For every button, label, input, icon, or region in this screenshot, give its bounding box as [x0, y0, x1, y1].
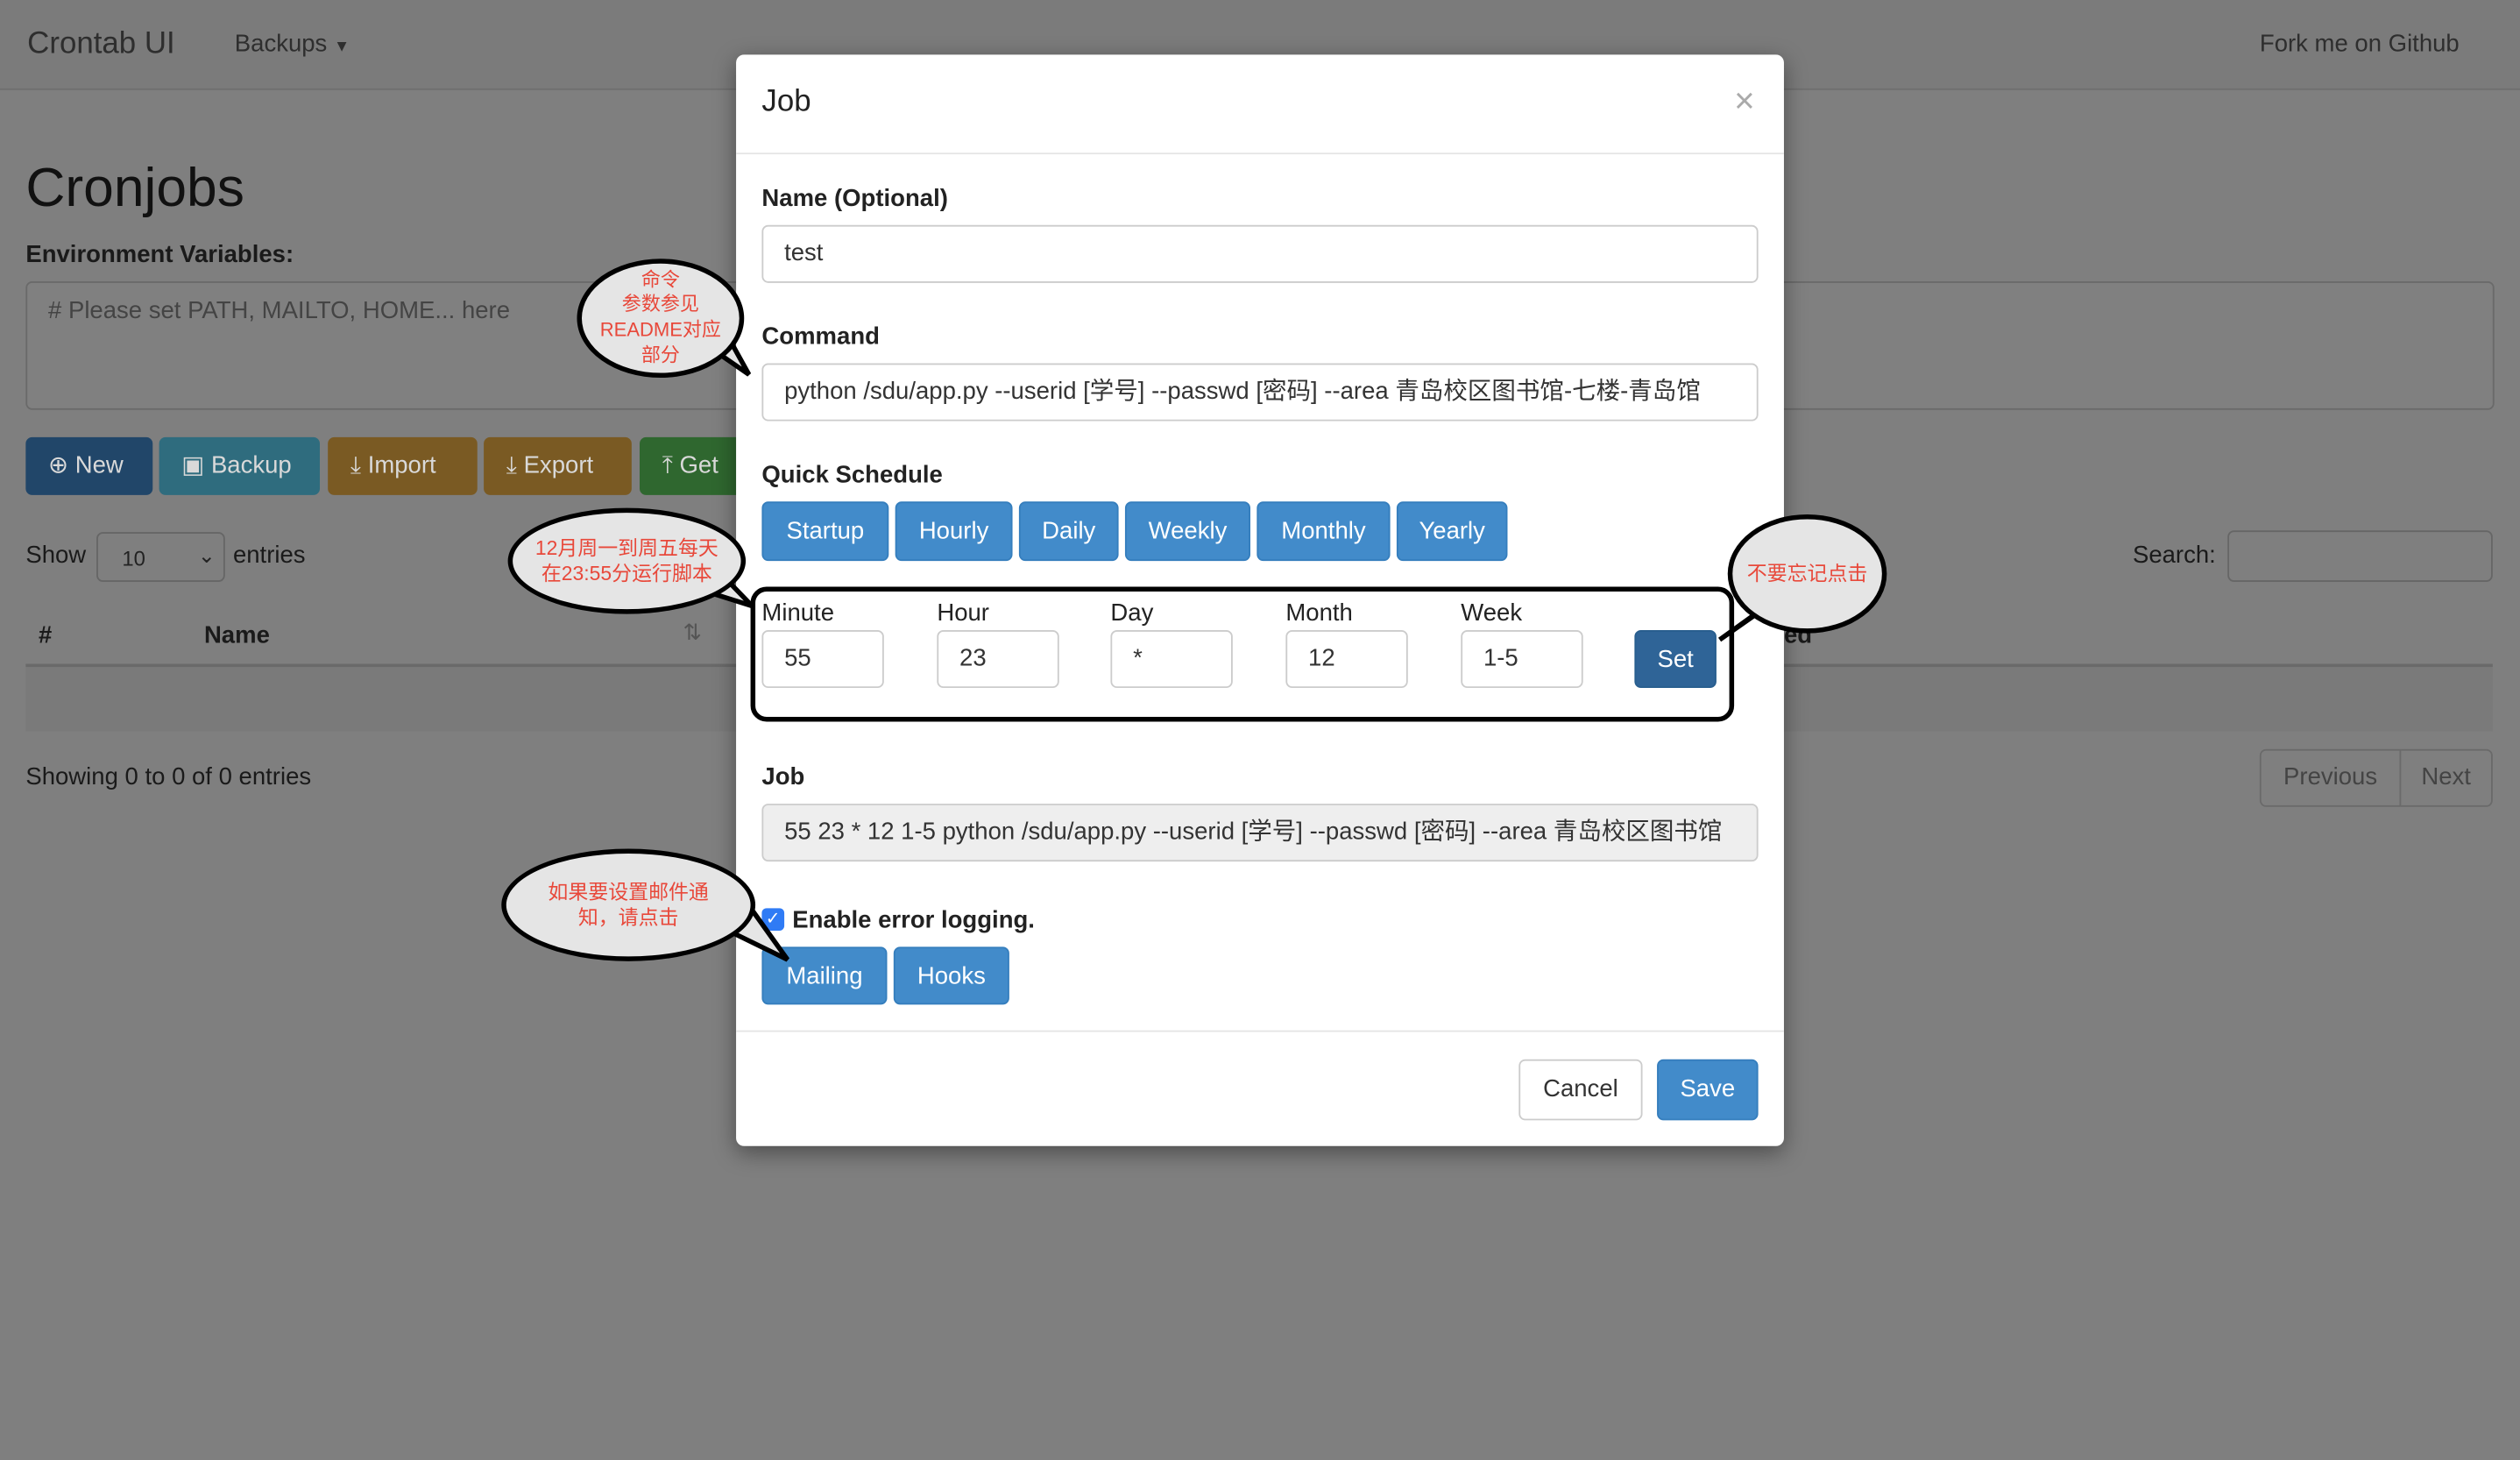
callout-schedule: 12月周一到周五每天 在23:55分运行脚本	[507, 507, 747, 614]
callout-set-text: 不要忘记点击	[1746, 562, 1868, 585]
callout-schedule-text: 12月周一到周五每天 在23:55分运行脚本	[534, 536, 718, 585]
callout-mail-text: 如果要设置邮件通 知，请点击	[548, 880, 709, 930]
callout-command-text: 命令 参数参见 README对应 部分	[599, 267, 721, 366]
callout-command: 命令 参数参见 README对应 部分	[577, 259, 745, 379]
callout-set: 不要忘记点击	[1727, 514, 1887, 634]
callout-tails	[687, 307, 1786, 962]
callout-mail: 如果要设置邮件通 知，请点击	[501, 848, 756, 961]
